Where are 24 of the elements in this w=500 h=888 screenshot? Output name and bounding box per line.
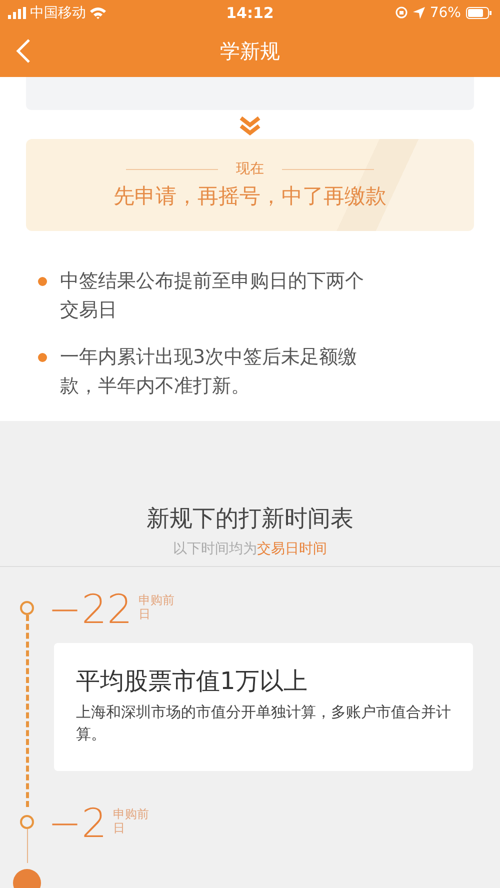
- signal-icon: [8, 6, 26, 18]
- offset-unit: 申购前日: [138, 593, 176, 621]
- carrier-name: 中国移动: [30, 4, 86, 22]
- current-rule-text: 先申请，再摇号，中了再缴款: [114, 183, 386, 210]
- wifi-icon: [90, 6, 106, 18]
- location-arrow-icon: [412, 6, 425, 18]
- bullet-text: 一年内累计出现3次中签后未足额缴款，半年内不准打新。: [60, 345, 358, 399]
- day-offset: −22: [48, 593, 132, 625]
- battery-icon: [466, 6, 492, 18]
- battery-percent: 76%: [430, 4, 461, 20]
- bullet-text: 中签结果公布提前至申购日的下两个交易日: [60, 269, 365, 323]
- double-chevron-down-icon: [239, 116, 261, 136]
- page-title: 学新规: [220, 38, 280, 64]
- now-label: 现在: [236, 160, 264, 178]
- day-offset: −2: [48, 807, 107, 839]
- rule-title: 平均股票市值1万以上: [76, 666, 308, 697]
- rotation-lock-icon: [394, 6, 408, 19]
- offset-unit: 申购前日: [112, 807, 150, 835]
- bullet-dot: [38, 353, 47, 362]
- schedule-subtitle: 以下时间均为交易日时间: [172, 540, 328, 558]
- bullet-dot: [38, 277, 47, 286]
- rule-description: 上海和深圳市场的市值分开单独计算，多账户市值合并计算。: [76, 702, 452, 745]
- status-time: 14:12: [225, 4, 275, 22]
- schedule-title: 新规下的打新时间表: [146, 505, 354, 534]
